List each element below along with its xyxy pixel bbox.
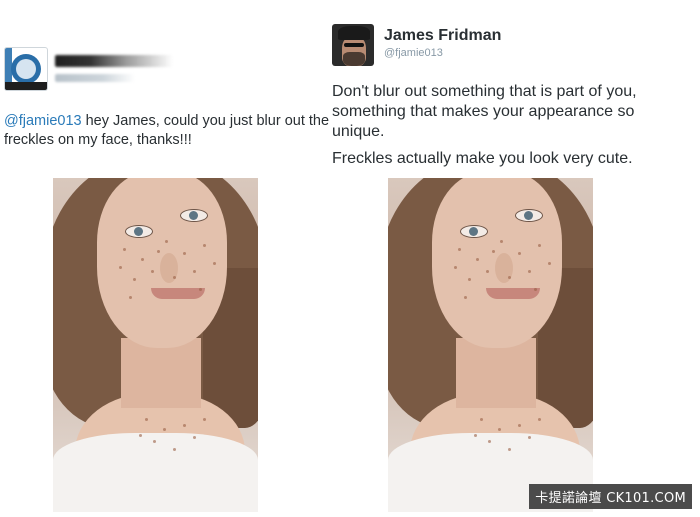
right-user-avatar[interactable] (332, 24, 374, 66)
avatar-beard (343, 52, 365, 66)
reply-paragraph-2: Freckles actually make you look very cut… (332, 150, 633, 167)
freckle-dot (203, 244, 206, 247)
freckle-dot (133, 278, 136, 281)
reply-paragraph-1: Don't blur out something that is part of… (332, 83, 637, 140)
photo-shirt (53, 433, 258, 512)
freckle-dot (508, 448, 511, 451)
freckle-dot (151, 270, 154, 273)
photo-neck (121, 338, 201, 408)
freckle-dot (183, 252, 186, 255)
blurred-username (55, 55, 173, 67)
freckle-dot (464, 296, 467, 299)
freckle-dot (173, 448, 176, 451)
freckle-dot (141, 258, 144, 261)
reply-photo[interactable] (388, 178, 593, 512)
freckle-dot (486, 270, 489, 273)
left-tweet-text: @fjamie013 hey James, could you just blu… (4, 112, 334, 150)
freckle-dot (548, 262, 551, 265)
freckle-dot (518, 252, 521, 255)
freckle-dot (508, 276, 511, 279)
freckle-dot (139, 434, 142, 437)
avatar-inner (16, 59, 36, 79)
freckle-dot (476, 258, 479, 261)
freckle-dot (193, 436, 196, 439)
right-tweet-text: Don't blur out something that is part of… (332, 82, 687, 176)
freckle-dot (538, 244, 541, 247)
freckle-dot (518, 424, 521, 427)
left-user-avatar[interactable] (4, 47, 48, 91)
freckle-dot (145, 418, 148, 421)
photo-eye-right (515, 209, 543, 222)
mention-link[interactable]: @fjamie013 (4, 113, 82, 129)
photo-eye-left (460, 225, 488, 238)
freckle-dot (163, 428, 166, 431)
freckle-dot (474, 434, 477, 437)
original-photo[interactable] (53, 178, 258, 512)
freckle-dot (480, 418, 483, 421)
blurred-handle (55, 74, 135, 82)
freckle-dot (119, 266, 122, 269)
photo-neck (456, 338, 536, 408)
photo-mouth (151, 288, 205, 299)
freckle-dot (528, 436, 531, 439)
freckle-dot (165, 240, 168, 243)
freckle-dot (157, 250, 160, 253)
freckle-dot (193, 270, 196, 273)
freckle-dot (538, 418, 541, 421)
freckle-dot (203, 418, 206, 421)
freckle-dot (183, 424, 186, 427)
freckle-dot (528, 270, 531, 273)
freckle-dot (488, 440, 491, 443)
photo-mouth (486, 288, 540, 299)
avatar-cap (338, 26, 370, 40)
freckle-dot (153, 440, 156, 443)
freckle-dot (468, 278, 471, 281)
freckle-dot (129, 296, 132, 299)
watermark: 卡提諾論壇 CK101.COM (529, 484, 692, 509)
user-handle[interactable]: @fjamie013 (384, 47, 443, 59)
freckle-dot (500, 240, 503, 243)
freckle-dot (213, 262, 216, 265)
avatar-band-bottom (5, 82, 47, 90)
photo-eye-left (125, 225, 153, 238)
display-name[interactable]: James Fridman (384, 27, 501, 45)
freckle-dot (498, 428, 501, 431)
freckle-dot (199, 288, 202, 291)
freckle-dot (534, 288, 537, 291)
freckle-dot (454, 266, 457, 269)
freckle-dot (458, 248, 461, 251)
freckle-dot (492, 250, 495, 253)
avatar-glasses (344, 43, 364, 47)
photo-eye-right (180, 209, 208, 222)
freckle-dot (123, 248, 126, 251)
freckle-dot (173, 276, 176, 279)
